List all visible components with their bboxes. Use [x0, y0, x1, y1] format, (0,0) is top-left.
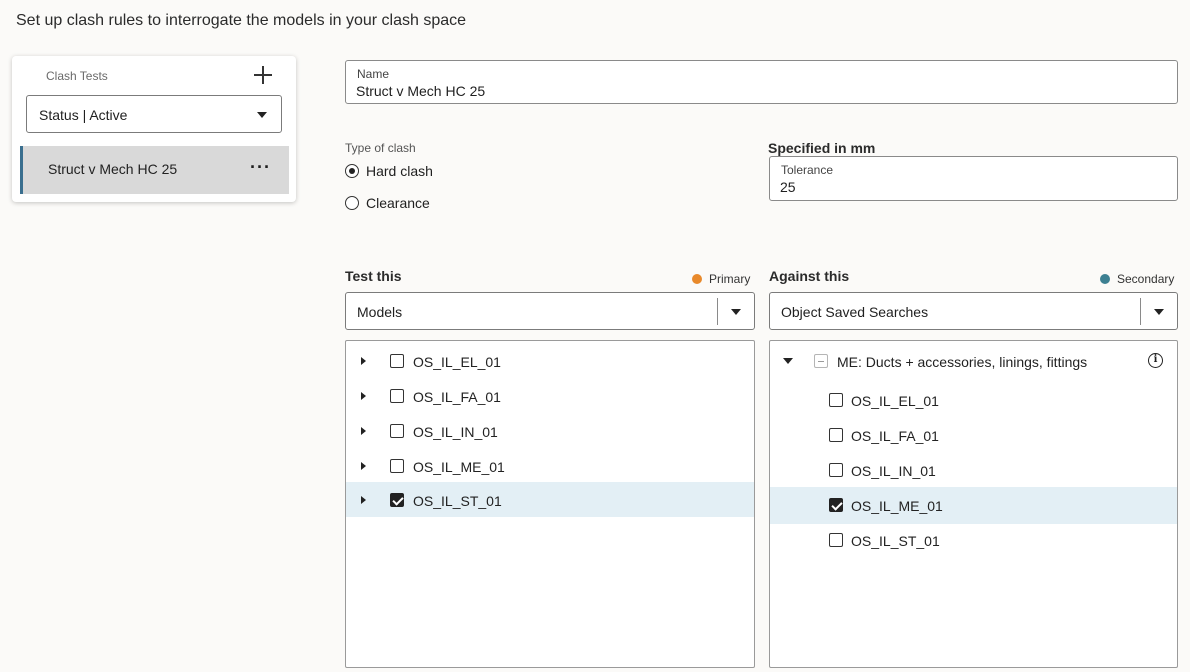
tree-row-label: OS_IL_FA_01 — [413, 389, 501, 405]
primary-legend-label: Primary — [709, 272, 751, 286]
radio-clearance[interactable]: Clearance — [345, 195, 430, 211]
against-this-title: Against this — [769, 268, 850, 284]
test-this-select-value: Models — [357, 304, 403, 320]
type-of-clash-label: Type of clash — [345, 141, 416, 155]
status-filter-select[interactable]: Status | Active — [26, 95, 282, 133]
caret-down-icon — [731, 309, 741, 315]
expand-icon[interactable] — [361, 392, 366, 400]
clash-tests-panel: Clash Tests Status | Active Struct v Mec… — [12, 56, 296, 202]
checkbox[interactable] — [390, 424, 404, 438]
tree-row[interactable]: OS_IL_ME_01 — [346, 448, 754, 483]
select-divider — [717, 298, 718, 325]
tree-row[interactable]: OS_IL_IN_01 — [346, 413, 754, 448]
tree-row[interactable]: OS_IL_ST_01 — [770, 522, 1177, 557]
expand-icon[interactable] — [361, 427, 366, 435]
primary-dot-icon — [692, 274, 702, 284]
tree-row-label: OS_IL_EL_01 — [413, 354, 501, 370]
ellipsis-icon[interactable]: ··· — [250, 158, 271, 176]
tree-row-label: OS_IL_FA_01 — [851, 428, 939, 444]
specified-in-mm-heading: Specified in mm — [768, 140, 876, 156]
caret-down-icon — [257, 112, 267, 118]
against-this-select-value: Object Saved Searches — [781, 304, 929, 320]
against-this-select[interactable]: Object Saved Searches — [769, 292, 1178, 330]
checkbox[interactable] — [390, 354, 404, 368]
against-this-tree: ME: Ducts + accessories, linings, fittin… — [769, 340, 1178, 668]
expand-icon[interactable] — [361, 357, 366, 365]
test-this-tree: OS_IL_EL_01 OS_IL_FA_01 OS_IL_IN_01 OS_I… — [345, 340, 755, 668]
test-this-select[interactable]: Models — [345, 292, 755, 330]
tree-row-selected[interactable]: OS_IL_ME_01 — [770, 487, 1177, 524]
radio-hard-clash[interactable]: Hard clash — [345, 163, 433, 179]
name-field[interactable]: Name — [345, 60, 1178, 104]
tree-row-label: OS_IL_EL_01 — [851, 393, 939, 409]
clash-test-item[interactable]: Struct v Mech HC 25 ··· — [20, 146, 289, 194]
tree-row[interactable]: OS_IL_FA_01 — [770, 417, 1177, 452]
tree-row[interactable]: OS_IL_FA_01 — [346, 378, 754, 413]
info-icon[interactable]: i — [1148, 353, 1163, 368]
tolerance-input[interactable] — [780, 179, 1167, 195]
clash-tests-label: Clash Tests — [46, 69, 108, 83]
expand-icon[interactable] — [361, 462, 366, 470]
radio-clearance-label: Clearance — [366, 195, 430, 211]
checkbox[interactable] — [829, 428, 843, 442]
page-title: Set up clash rules to interrogate the mo… — [16, 12, 467, 29]
tolerance-field[interactable]: Tolerance — [769, 156, 1178, 201]
name-field-label: Name — [357, 67, 390, 81]
checkbox[interactable] — [829, 393, 843, 407]
secondary-dot-icon — [1100, 274, 1110, 284]
tree-group-label: ME: Ducts + accessories, linings, fittin… — [837, 354, 1088, 370]
clash-rules-page: Set up clash rules to interrogate the mo… — [0, 0, 1190, 672]
tree-row-label: OS_IL_ME_01 — [851, 498, 943, 514]
checkbox[interactable] — [390, 389, 404, 403]
checkbox[interactable] — [829, 463, 843, 477]
tree-row-label: OS_IL_ST_01 — [851, 533, 940, 549]
secondary-legend-label: Secondary — [1117, 272, 1175, 286]
plus-icon[interactable] — [252, 64, 274, 86]
primary-legend: Primary — [692, 272, 750, 286]
checkbox-indeterminate[interactable] — [814, 354, 828, 368]
radio-unselected-icon[interactable] — [345, 196, 359, 210]
clash-test-item-label: Struct v Mech HC 25 — [48, 161, 178, 177]
caret-down-icon — [1154, 309, 1164, 315]
checkbox[interactable] — [390, 459, 404, 473]
status-filter-value: Status | Active — [39, 107, 128, 123]
collapse-icon[interactable] — [783, 358, 793, 364]
tree-row-label: OS_IL_IN_01 — [413, 424, 498, 440]
tree-row[interactable]: OS_IL_IN_01 — [770, 452, 1177, 487]
checkbox-checked[interactable] — [829, 498, 843, 512]
radio-selected-icon[interactable] — [345, 164, 359, 178]
checkbox-checked[interactable] — [390, 493, 404, 507]
tree-row-label: OS_IL_ST_01 — [413, 493, 502, 509]
expand-icon[interactable] — [361, 496, 366, 504]
tree-row-label: OS_IL_IN_01 — [851, 463, 936, 479]
tree-group-row[interactable]: ME: Ducts + accessories, linings, fittin… — [770, 343, 1177, 378]
radio-hard-clash-label: Hard clash — [366, 163, 433, 179]
tree-row-selected[interactable]: OS_IL_ST_01 — [346, 482, 754, 517]
secondary-legend: Secondary — [1100, 272, 1174, 286]
tree-row[interactable]: OS_IL_EL_01 — [346, 343, 754, 378]
tree-row[interactable]: OS_IL_EL_01 — [770, 382, 1177, 417]
select-divider — [1140, 298, 1141, 325]
tree-row-label: OS_IL_ME_01 — [413, 459, 505, 475]
tolerance-label: Tolerance — [781, 163, 834, 177]
name-input[interactable] — [356, 83, 1167, 99]
checkbox[interactable] — [829, 533, 843, 547]
test-this-title: Test this — [345, 268, 402, 284]
